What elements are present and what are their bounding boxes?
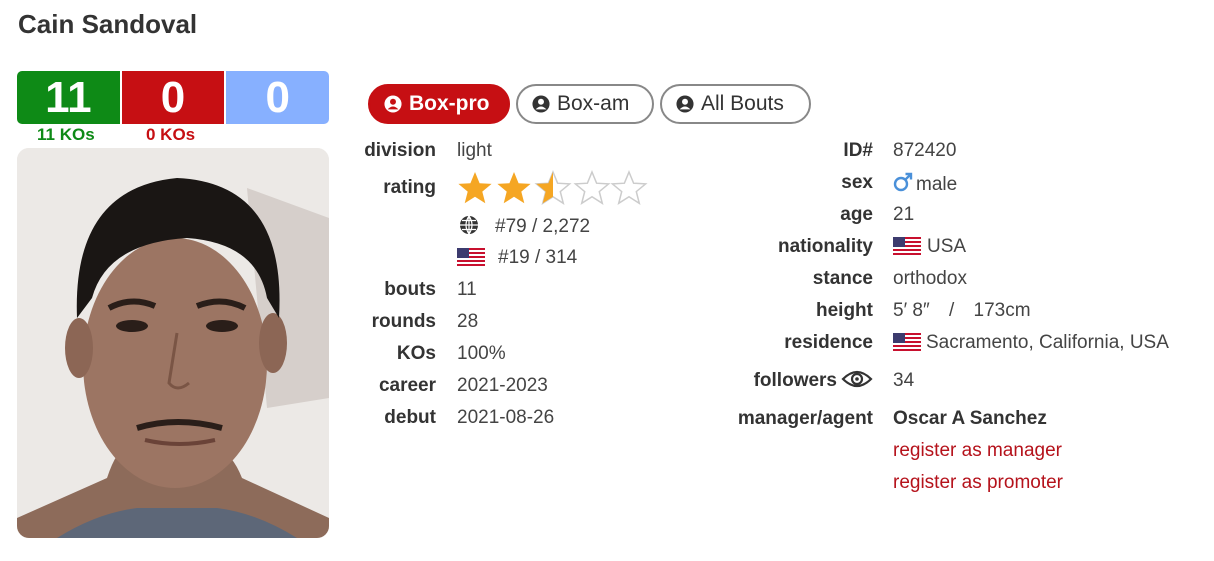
- career-value: 2021-2023: [457, 375, 548, 396]
- losses-count: 0: [121, 71, 225, 124]
- debut-label: debut: [384, 407, 436, 428]
- usa-flag-icon: [893, 333, 921, 351]
- residence-label: residence: [784, 332, 873, 353]
- manager-label: manager/agent: [737, 408, 873, 429]
- height-label: height: [816, 300, 873, 321]
- division-value: light: [457, 140, 492, 161]
- world-rank-value: #79 / 2,272: [495, 216, 591, 237]
- followers-label: followers: [753, 370, 837, 391]
- boxer-name: Cain Sandoval: [18, 9, 198, 39]
- manager-name[interactable]: Oscar A Sanchez: [893, 408, 1047, 430]
- star-empty-icon: [573, 170, 611, 205]
- user-circle-icon: [532, 95, 550, 113]
- height-metric: 173cm: [973, 300, 1031, 321]
- country-rank-value: #19 / 314: [498, 247, 578, 268]
- age-value: 21: [893, 204, 915, 225]
- nationality-value: USA: [893, 236, 966, 258]
- height-value: 5′ 8″ / 173cm: [893, 300, 1031, 322]
- star-half-icon: [534, 170, 572, 205]
- record-box: 11 0 0: [17, 71, 329, 124]
- wins-count: 11: [17, 71, 120, 124]
- bouts-label: bouts: [384, 279, 436, 300]
- career-label: career: [378, 375, 436, 396]
- residence-text: Sacramento, California, USA: [926, 332, 1169, 353]
- stance-label: stance: [812, 268, 873, 289]
- stance-value: orthodox: [893, 268, 967, 289]
- nationality-label: nationality: [777, 236, 873, 257]
- kos-label: KOs: [396, 343, 436, 364]
- tab-label: Box-am: [557, 92, 630, 115]
- tab-label: Box-pro: [409, 92, 490, 115]
- usa-flag-icon: [457, 248, 485, 266]
- rating-label: rating: [383, 177, 436, 198]
- tab-label: All Bouts: [701, 92, 784, 115]
- sex-label: sex: [841, 172, 873, 193]
- kos-value: 100%: [457, 343, 506, 364]
- win-kos: 11 KOs: [37, 125, 95, 144]
- rounds-label: rounds: [371, 311, 436, 332]
- height-separator: /: [948, 300, 955, 321]
- tab-box-am[interactable]: Box-am: [516, 84, 654, 124]
- rounds-value: 28: [457, 311, 479, 332]
- age-label: age: [840, 204, 873, 225]
- globe-icon: [460, 215, 478, 235]
- loss-kos: 0 KOs: [146, 125, 196, 144]
- star-empty-icon: [610, 170, 648, 205]
- id-label: ID#: [843, 140, 873, 161]
- bouts-value: 11: [457, 279, 477, 300]
- debut-value: 2021-08-26: [457, 407, 555, 428]
- id-value: 872420: [893, 140, 957, 161]
- rating-stars: [457, 169, 649, 212]
- followers-value: 34: [893, 370, 915, 391]
- sex-text: male: [916, 174, 958, 195]
- division-label: division: [364, 140, 436, 161]
- world-rank[interactable]: #79 / 2,272: [459, 215, 590, 238]
- draws-count: 0: [226, 71, 329, 124]
- user-circle-icon: [676, 95, 694, 113]
- sex-value: male: [893, 172, 957, 196]
- height-imperial: 5′ 8″: [893, 300, 930, 321]
- usa-flag-icon: [893, 237, 921, 255]
- country-rank[interactable]: #19 / 314: [457, 247, 577, 269]
- star-icon: [458, 172, 492, 204]
- nationality-text: USA: [927, 236, 967, 257]
- eye-icon[interactable]: [841, 368, 873, 390]
- star-icon: [497, 172, 531, 204]
- male-icon: [893, 172, 913, 192]
- user-circle-icon: [384, 95, 402, 113]
- residence-value: Sacramento, California, USA: [893, 332, 1169, 354]
- tab-box-pro[interactable]: Box-pro: [368, 84, 510, 124]
- register-promoter-link[interactable]: register as promoter: [893, 472, 1063, 494]
- register-manager-link[interactable]: register as manager: [893, 440, 1062, 462]
- boxer-photo: [17, 148, 329, 538]
- tab-all-bouts[interactable]: All Bouts: [660, 84, 811, 124]
